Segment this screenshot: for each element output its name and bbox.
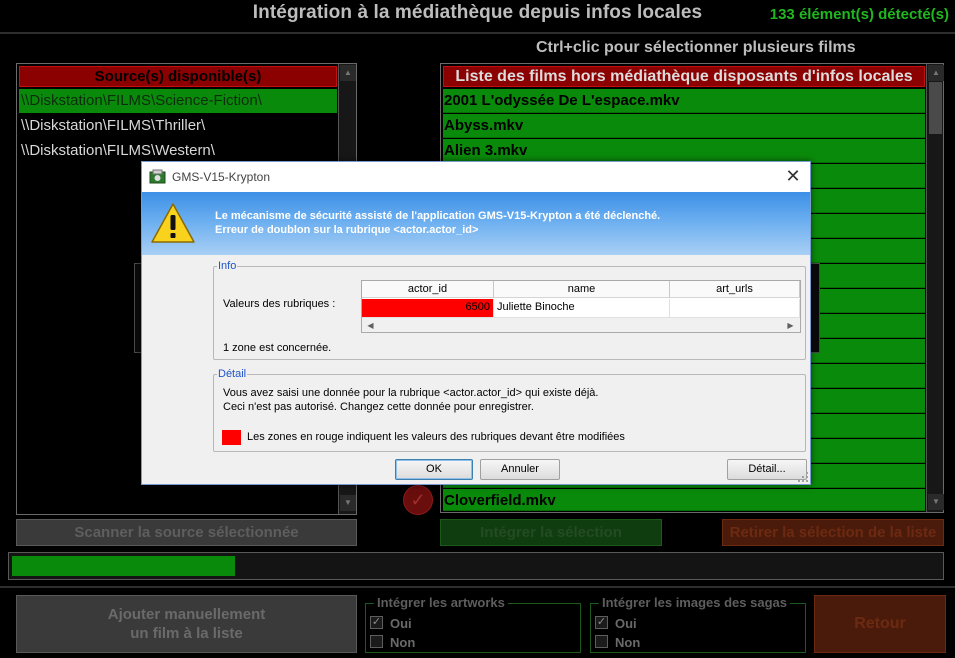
scroll-down-icon[interactable]: ▼ xyxy=(928,494,944,510)
add-button-line2: un film à la liste xyxy=(130,625,243,642)
cell-art-urls[interactable] xyxy=(670,299,800,317)
sagas-non-label: Non xyxy=(615,635,641,650)
red-zone-swatch xyxy=(222,430,241,445)
film-row[interactable]: Cloverfield.mkv xyxy=(443,489,925,511)
app-icon xyxy=(149,169,166,184)
info-groupbox: Info Valeurs des rubriques : actor_id na… xyxy=(213,260,806,360)
add-button-line1: Ajouter manuellement xyxy=(107,606,266,623)
cell-name[interactable]: Juliette Binoche xyxy=(494,299,670,317)
scroll-left-icon[interactable]: ◀ xyxy=(363,318,378,333)
divider xyxy=(0,586,955,588)
zone-count-text: 1 zone est concernée. xyxy=(223,342,332,354)
artworks-oui-checkbox[interactable]: ✓ xyxy=(370,616,383,629)
cancel-button[interactable]: Annuler xyxy=(480,459,560,480)
detail-button[interactable]: Détail... xyxy=(727,459,807,480)
detail-line1: Vous avez saisi une donnée pour la rubri… xyxy=(223,387,599,399)
artworks-oui-label: Oui xyxy=(390,616,412,631)
cell-actor-id[interactable]: 6500 xyxy=(362,299,494,317)
sagas-group: Intégrer les images des sagas ✓ Oui Non xyxy=(590,595,806,653)
column-header-art-urls[interactable]: art_urls xyxy=(670,281,800,298)
film-row[interactable]: Alien 3.mkv xyxy=(443,139,925,163)
warning-icon xyxy=(151,203,195,243)
scroll-right-icon[interactable]: ▶ xyxy=(783,318,798,333)
integrate-selection-button[interactable]: Intégrer la sélection xyxy=(440,519,662,546)
resize-grip-icon[interactable] xyxy=(798,472,808,482)
dialog-title: GMS-V15-Krypton xyxy=(172,170,271,184)
artworks-non-label: Non xyxy=(390,635,416,650)
divider xyxy=(0,32,955,34)
column-header-name[interactable]: name xyxy=(494,281,670,298)
films-list-scrollbar[interactable]: ▲ ▼ xyxy=(926,64,944,512)
retour-button[interactable]: Retour xyxy=(814,595,946,653)
detail-legend: Détail xyxy=(217,368,248,380)
detected-count: 133 élément(s) détecté(s) xyxy=(769,6,949,23)
info-legend: Info xyxy=(217,260,238,272)
sagas-oui-checkbox[interactable]: ✓ xyxy=(595,616,608,629)
dialog-message-line1: Le mécanisme de sécurité assisté de l'ap… xyxy=(215,210,661,222)
film-row[interactable]: Abyss.mkv xyxy=(443,114,925,138)
dialog-banner: Le mécanisme de sécurité assisté de l'ap… xyxy=(142,192,810,255)
dialog-titlebar[interactable]: GMS-V15-Krypton ✕ xyxy=(142,162,810,192)
progress-bar xyxy=(8,552,944,580)
artworks-non-checkbox[interactable] xyxy=(370,635,383,648)
scroll-down-icon[interactable]: ▼ xyxy=(340,495,356,511)
scan-source-button[interactable]: Scanner la source sélectionnée xyxy=(16,519,357,546)
error-dialog: GMS-V15-Krypton ✕ Le mécanisme de sécuri… xyxy=(141,161,811,485)
detail-line2: Ceci n'est pas autorisé. Changez cette d… xyxy=(223,401,534,413)
source-item-thriller[interactable]: \\Diskstation\FILMS\Thriller\ xyxy=(19,114,337,138)
dialog-message-line2: Erreur de doublon sur la rubrique <actor… xyxy=(215,224,479,236)
detail-groupbox: Détail Vous avez saisi une donnée pour l… xyxy=(213,368,806,452)
scroll-thumb[interactable] xyxy=(929,82,942,134)
values-label: Valeurs des rubriques : xyxy=(223,298,336,310)
column-header-actor-id[interactable]: actor_id xyxy=(362,281,494,298)
film-row[interactable]: 2001 L'odyssée De L'espace.mkv xyxy=(443,89,925,113)
source-item-science-fiction[interactable]: \\Diskstation\FILMS\Science-Fiction\ xyxy=(19,89,337,113)
source-item-western[interactable]: \\Diskstation\FILMS\Western\ xyxy=(19,139,337,163)
red-zone-note: Les zones en rouge indiquent les valeurs… xyxy=(247,431,625,443)
progress-fill xyxy=(12,556,235,576)
values-grid[interactable]: actor_id name art_urls 6500 Juliette Bin… xyxy=(361,280,801,333)
ok-button[interactable]: OK xyxy=(395,459,473,480)
sagas-group-legend: Intégrer les images des sagas xyxy=(599,595,790,610)
artworks-group-legend: Intégrer les artworks xyxy=(374,595,508,610)
add-film-manually-button[interactable]: Ajouter manuellement un film à la liste xyxy=(16,595,357,653)
grid-horizontal-scrollbar[interactable]: ◀ ▶ xyxy=(362,317,800,332)
artworks-group: Intégrer les artworks ✓ Oui Non xyxy=(365,595,581,653)
films-list-header: Liste des films hors médiathèque disposa… xyxy=(443,66,925,87)
source-list-header: Source(s) disponible(s) xyxy=(19,66,337,87)
sagas-non-checkbox[interactable] xyxy=(595,635,608,648)
multi-select-hint: Ctrl+clic pour sélectionner plusieurs fi… xyxy=(536,39,856,56)
sagas-oui-label: Oui xyxy=(615,616,637,631)
check-badge-icon: ✓ xyxy=(403,485,433,515)
close-icon[interactable]: ✕ xyxy=(782,166,804,188)
scroll-up-icon[interactable]: ▲ xyxy=(928,65,944,81)
remove-selection-button[interactable]: Retirer la sélection de la liste xyxy=(722,519,944,546)
scroll-up-icon[interactable]: ▲ xyxy=(340,65,356,81)
